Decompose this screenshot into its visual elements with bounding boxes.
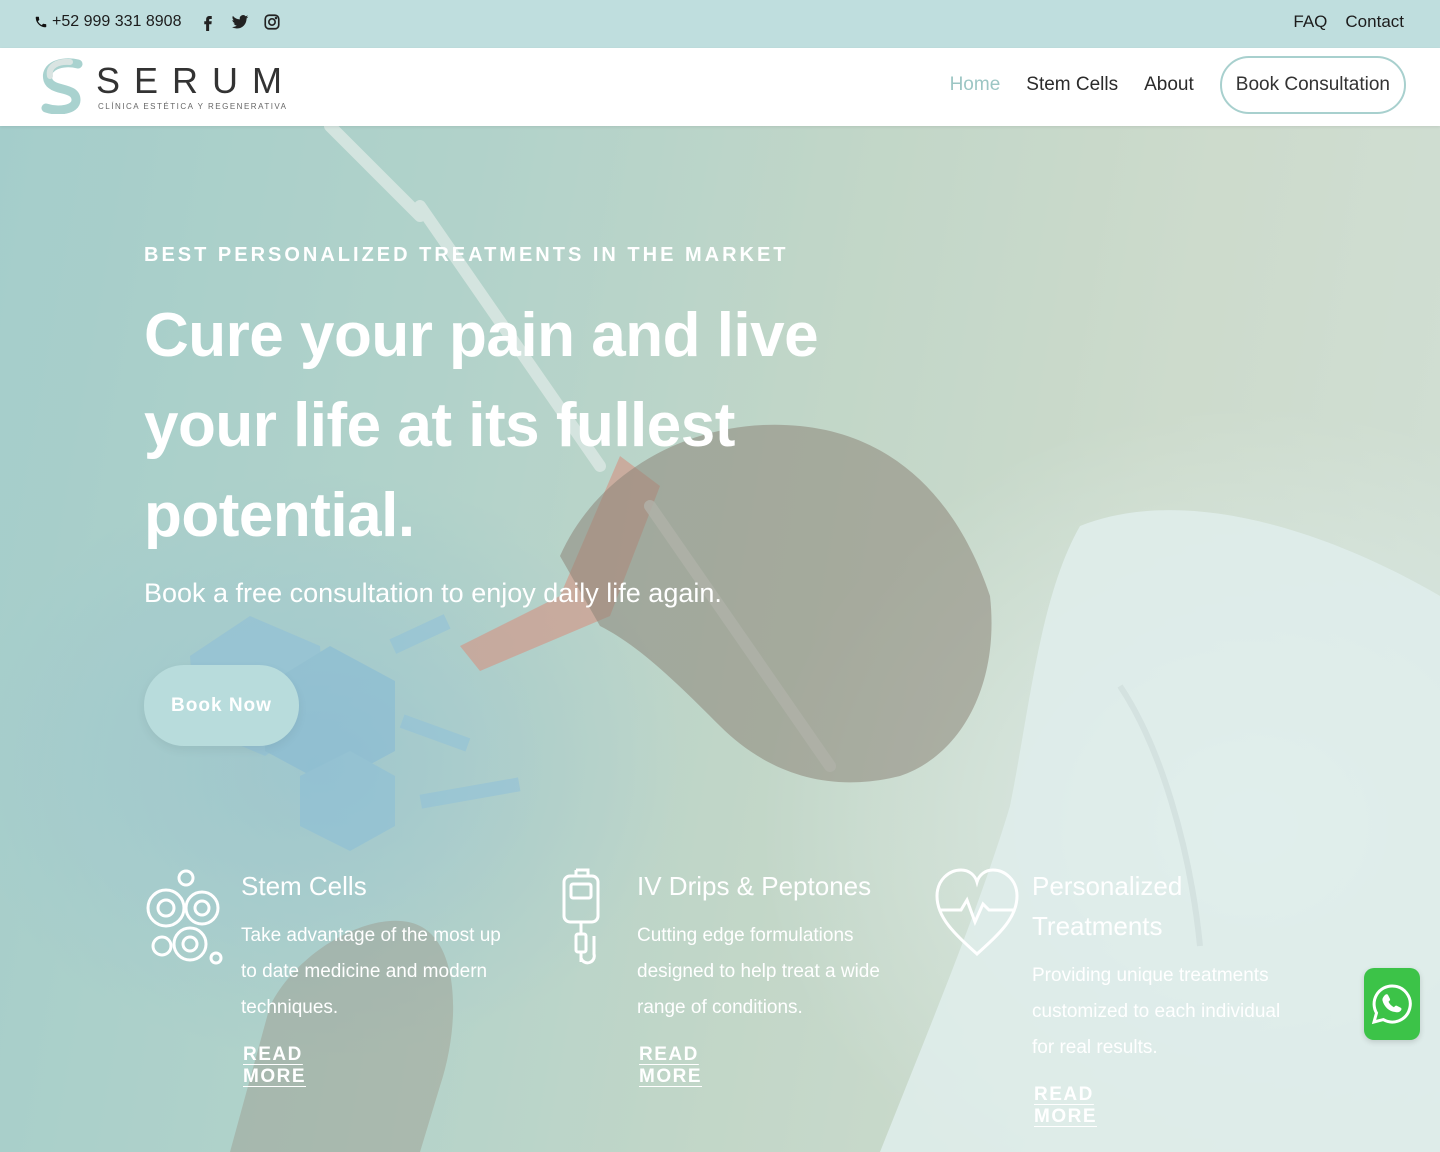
feature-description: Providing unique treatments customized t… [1032,965,1281,1058]
read-more-link[interactable]: READ MORE [1034,1084,1097,1128]
cells-icon [144,866,224,971]
social-links [198,10,282,34]
whatsapp-button[interactable] [1364,968,1420,1040]
hero-subline: Book a free consultation to enjoy daily … [144,578,722,608]
phone-number[interactable]: +52 999 331 8908 [52,13,181,31]
hero-headline: Cure your pain and live your life at its… [144,301,819,550]
phone-icon [35,16,47,28]
main-header: SERUM CLÍNICA ESTÉTICA Y REGENERATIVA Ho… [0,48,1440,126]
book-consultation-button[interactable]: Book Consultation [1219,56,1406,114]
book-now-button[interactable]: Book Now [144,665,299,746]
twitter-icon[interactable] [230,10,250,34]
feature-description: Cutting edge formulations designed to he… [637,925,880,1018]
nav-home[interactable]: Home [950,74,1001,96]
feature-title: IV Drips & Peptones [637,871,872,901]
whatsapp-icon [1371,984,1412,1025]
hero-eyebrow: BEST PERSONALIZED TREATMENTS IN THE MARK… [144,244,789,266]
facebook-icon[interactable] [198,10,218,34]
nav-stem-cells[interactable]: Stem Cells [1026,74,1118,96]
read-more-link[interactable]: READ MORE [243,1044,306,1088]
logo-wordmark: SERUM [96,60,297,101]
feature-title: Stem Cells [241,871,367,901]
top-links: FAQ Contact [1293,12,1404,32]
feature-description: Take advantage of the most up to date me… [241,925,501,1018]
logo[interactable]: SERUM CLÍNICA ESTÉTICA Y REGENERATIVA [40,58,296,114]
contact-link[interactable]: Contact [1345,12,1404,32]
faq-link[interactable]: FAQ [1293,12,1327,32]
logo-tagline: CLÍNICA ESTÉTICA Y REGENERATIVA [98,102,288,111]
read-more-link[interactable]: READ MORE [639,1044,702,1088]
hero-section: BEST PERSONALIZED TREATMENTS IN THE MARK… [0,126,1440,1152]
feature-title: Personalized Treatments [1032,871,1183,941]
main-nav: Home Stem Cells About Book Consultation [950,56,1406,114]
iv-drip-icon [560,866,604,971]
instagram-icon[interactable] [262,10,282,34]
nav-about[interactable]: About [1144,74,1194,96]
top-bar: +52 999 331 8908 FAQ Contact [0,0,1440,48]
phone-link[interactable]: +52 999 331 8908 [34,13,181,31]
heart-pulse-icon [935,866,1019,967]
serum-logo-icon [41,58,83,114]
